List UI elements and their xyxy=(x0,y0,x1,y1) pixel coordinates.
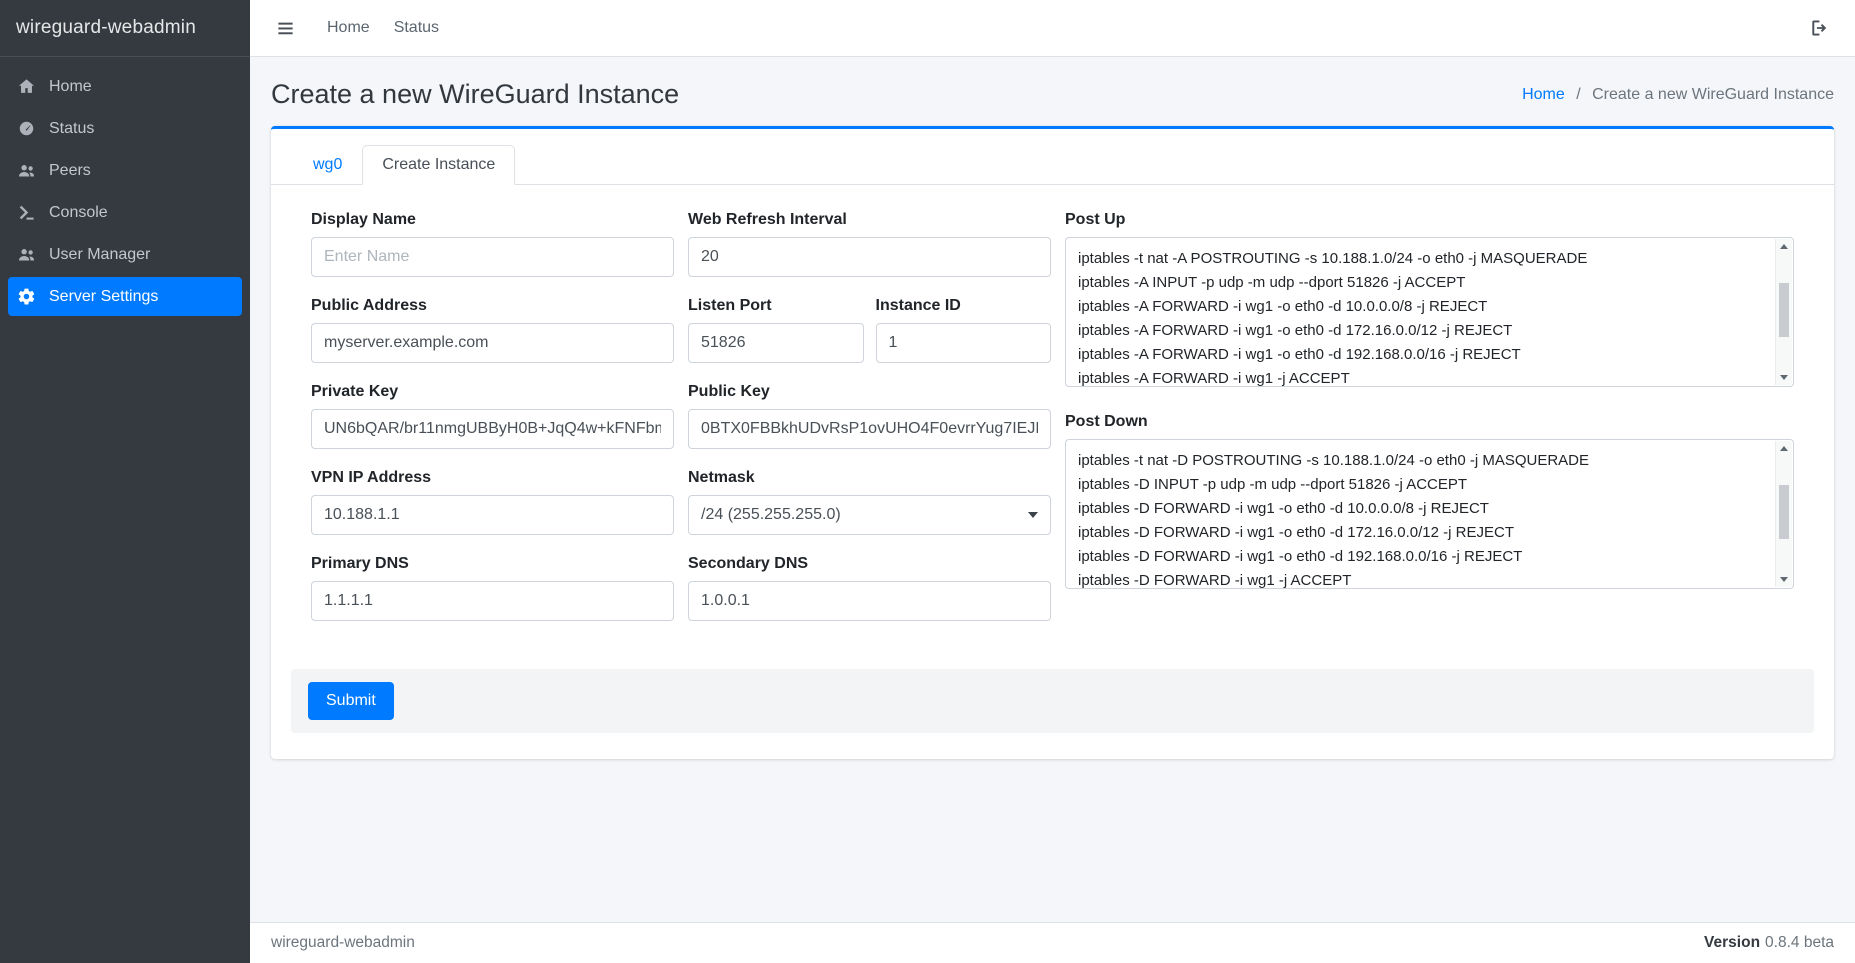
scrollbar-thumb[interactable] xyxy=(1779,283,1789,337)
post-up-label: Post Up xyxy=(1065,211,1794,229)
display-name-input[interactable] xyxy=(311,237,674,277)
page-footer: wireguard-webadmin Version 0.8.4 beta xyxy=(250,922,1855,963)
users-icon xyxy=(17,161,36,180)
netmask-label: Netmask xyxy=(688,469,1051,487)
vpn-ip-input[interactable] xyxy=(311,495,674,535)
secondary-dns-input[interactable] xyxy=(688,581,1051,621)
post-up-text: iptables -t nat -A POSTROUTING -s 10.188… xyxy=(1066,238,1793,386)
sidebar-nav: Home Status Peers Console User Manager S… xyxy=(0,57,250,326)
web-refresh-interval-input[interactable] xyxy=(688,237,1051,277)
form-column-1: Display Name Public Address Private Key xyxy=(311,211,674,641)
version-label: Version xyxy=(1704,934,1760,951)
scrollbar-thumb[interactable] xyxy=(1779,485,1789,539)
post-up-textarea[interactable]: iptables -t nat -A POSTROUTING -s 10.188… xyxy=(1065,237,1794,387)
logout-button[interactable] xyxy=(1803,12,1835,44)
breadcrumb: Home / Create a new WireGuard Instance xyxy=(1522,86,1834,104)
sidebar-item-home[interactable]: Home xyxy=(8,67,242,106)
primary-dns-input[interactable] xyxy=(311,581,674,621)
sidebar-item-label: Status xyxy=(49,120,94,138)
version-value: 0.8.4 beta xyxy=(1765,934,1834,951)
tachometer-icon xyxy=(17,119,36,138)
version-text: Version 0.8.4 beta xyxy=(1704,934,1834,952)
terminal-icon xyxy=(17,203,36,222)
footer-brand: wireguard-webadmin xyxy=(271,934,415,952)
sidebar-item-peers[interactable]: Peers xyxy=(8,151,242,190)
tab-create-instance[interactable]: Create Instance xyxy=(362,145,515,185)
sidebar-item-label: Console xyxy=(49,204,108,222)
private-key-label: Private Key xyxy=(311,383,674,401)
display-name-label: Display Name xyxy=(311,211,674,229)
page-header: Create a new WireGuard Instance Home / C… xyxy=(250,57,1855,126)
sidebar-item-label: User Manager xyxy=(49,246,150,264)
users-icon xyxy=(17,245,36,264)
netmask-selected-value: /24 (255.255.255.0) xyxy=(701,506,841,524)
gear-icon xyxy=(17,287,36,306)
public-address-input[interactable] xyxy=(311,323,674,363)
form-column-2: Web Refresh Interval Listen Port Instanc… xyxy=(688,211,1051,641)
card-tabs: wg0 Create Instance xyxy=(271,129,1834,185)
post-down-scrollbar[interactable] xyxy=(1775,441,1792,587)
form-actions: Submit xyxy=(291,669,1814,733)
card-body: Display Name Public Address Private Key xyxy=(271,185,1834,759)
scroll-down-icon[interactable] xyxy=(1780,577,1788,582)
post-down-textarea[interactable]: iptables -t nat -D POSTROUTING -s 10.188… xyxy=(1065,439,1794,589)
instance-id-label: Instance ID xyxy=(876,297,1052,315)
sidebar-item-server-settings[interactable]: Server Settings xyxy=(8,277,242,316)
sidebar: wireguard-webadmin Home Status Peers Con… xyxy=(0,0,250,963)
private-key-input[interactable] xyxy=(311,409,674,449)
scroll-up-icon[interactable] xyxy=(1780,244,1788,249)
main-area: Home Status Create a new WireGuard Insta… xyxy=(250,0,1855,963)
top-navbar: Home Status xyxy=(250,0,1855,57)
nav-link-status[interactable]: Status xyxy=(382,11,451,45)
instance-id-input[interactable] xyxy=(876,323,1052,363)
sidebar-item-user-manager[interactable]: User Manager xyxy=(8,235,242,274)
listen-port-label: Listen Port xyxy=(688,297,864,315)
scroll-up-icon[interactable] xyxy=(1780,446,1788,451)
topnav-links: Home Status xyxy=(315,11,451,45)
post-down-label: Post Down xyxy=(1065,413,1794,431)
sign-out-icon xyxy=(1809,18,1829,38)
sidebar-item-label: Home xyxy=(49,78,92,96)
public-key-input[interactable] xyxy=(688,409,1051,449)
primary-dns-label: Primary DNS xyxy=(311,555,674,573)
sidebar-item-label: Peers xyxy=(49,162,91,180)
breadcrumb-separator: / xyxy=(1576,86,1580,103)
sidebar-toggle-button[interactable] xyxy=(270,13,301,44)
sidebar-item-label: Server Settings xyxy=(49,288,158,306)
home-icon xyxy=(17,77,36,96)
sidebar-item-console[interactable]: Console xyxy=(8,193,242,232)
post-down-text: iptables -t nat -D POSTROUTING -s 10.188… xyxy=(1066,440,1793,588)
scroll-down-icon[interactable] xyxy=(1780,375,1788,380)
vpn-ip-label: VPN IP Address xyxy=(311,469,674,487)
breadcrumb-home-link[interactable]: Home xyxy=(1522,86,1565,103)
page-title: Create a new WireGuard Instance xyxy=(271,79,679,110)
secondary-dns-label: Secondary DNS xyxy=(688,555,1051,573)
public-key-label: Public Key xyxy=(688,383,1051,401)
nav-link-home[interactable]: Home xyxy=(315,11,382,45)
web-refresh-interval-label: Web Refresh Interval xyxy=(688,211,1051,229)
content-area: Create a new WireGuard Instance Home / C… xyxy=(250,57,1855,963)
netmask-select[interactable]: /24 (255.255.255.0) xyxy=(688,495,1051,535)
instance-form: Display Name Public Address Private Key xyxy=(291,211,1814,641)
breadcrumb-current: Create a new WireGuard Instance xyxy=(1592,86,1834,103)
public-address-label: Public Address xyxy=(311,297,674,315)
app-window: wireguard-webadmin Home Status Peers Con… xyxy=(0,0,1855,963)
instance-card: wg0 Create Instance Display Name Public xyxy=(271,126,1834,759)
submit-button[interactable]: Submit xyxy=(308,682,394,720)
tab-wg0[interactable]: wg0 xyxy=(293,145,362,185)
form-column-3: Post Up iptables -t nat -A POSTROUTING -… xyxy=(1065,211,1794,641)
hamburger-icon xyxy=(276,19,295,38)
sidebar-item-status[interactable]: Status xyxy=(8,109,242,148)
listen-port-input[interactable] xyxy=(688,323,864,363)
post-up-scrollbar[interactable] xyxy=(1775,239,1792,385)
brand-link[interactable]: wireguard-webadmin xyxy=(0,0,250,57)
